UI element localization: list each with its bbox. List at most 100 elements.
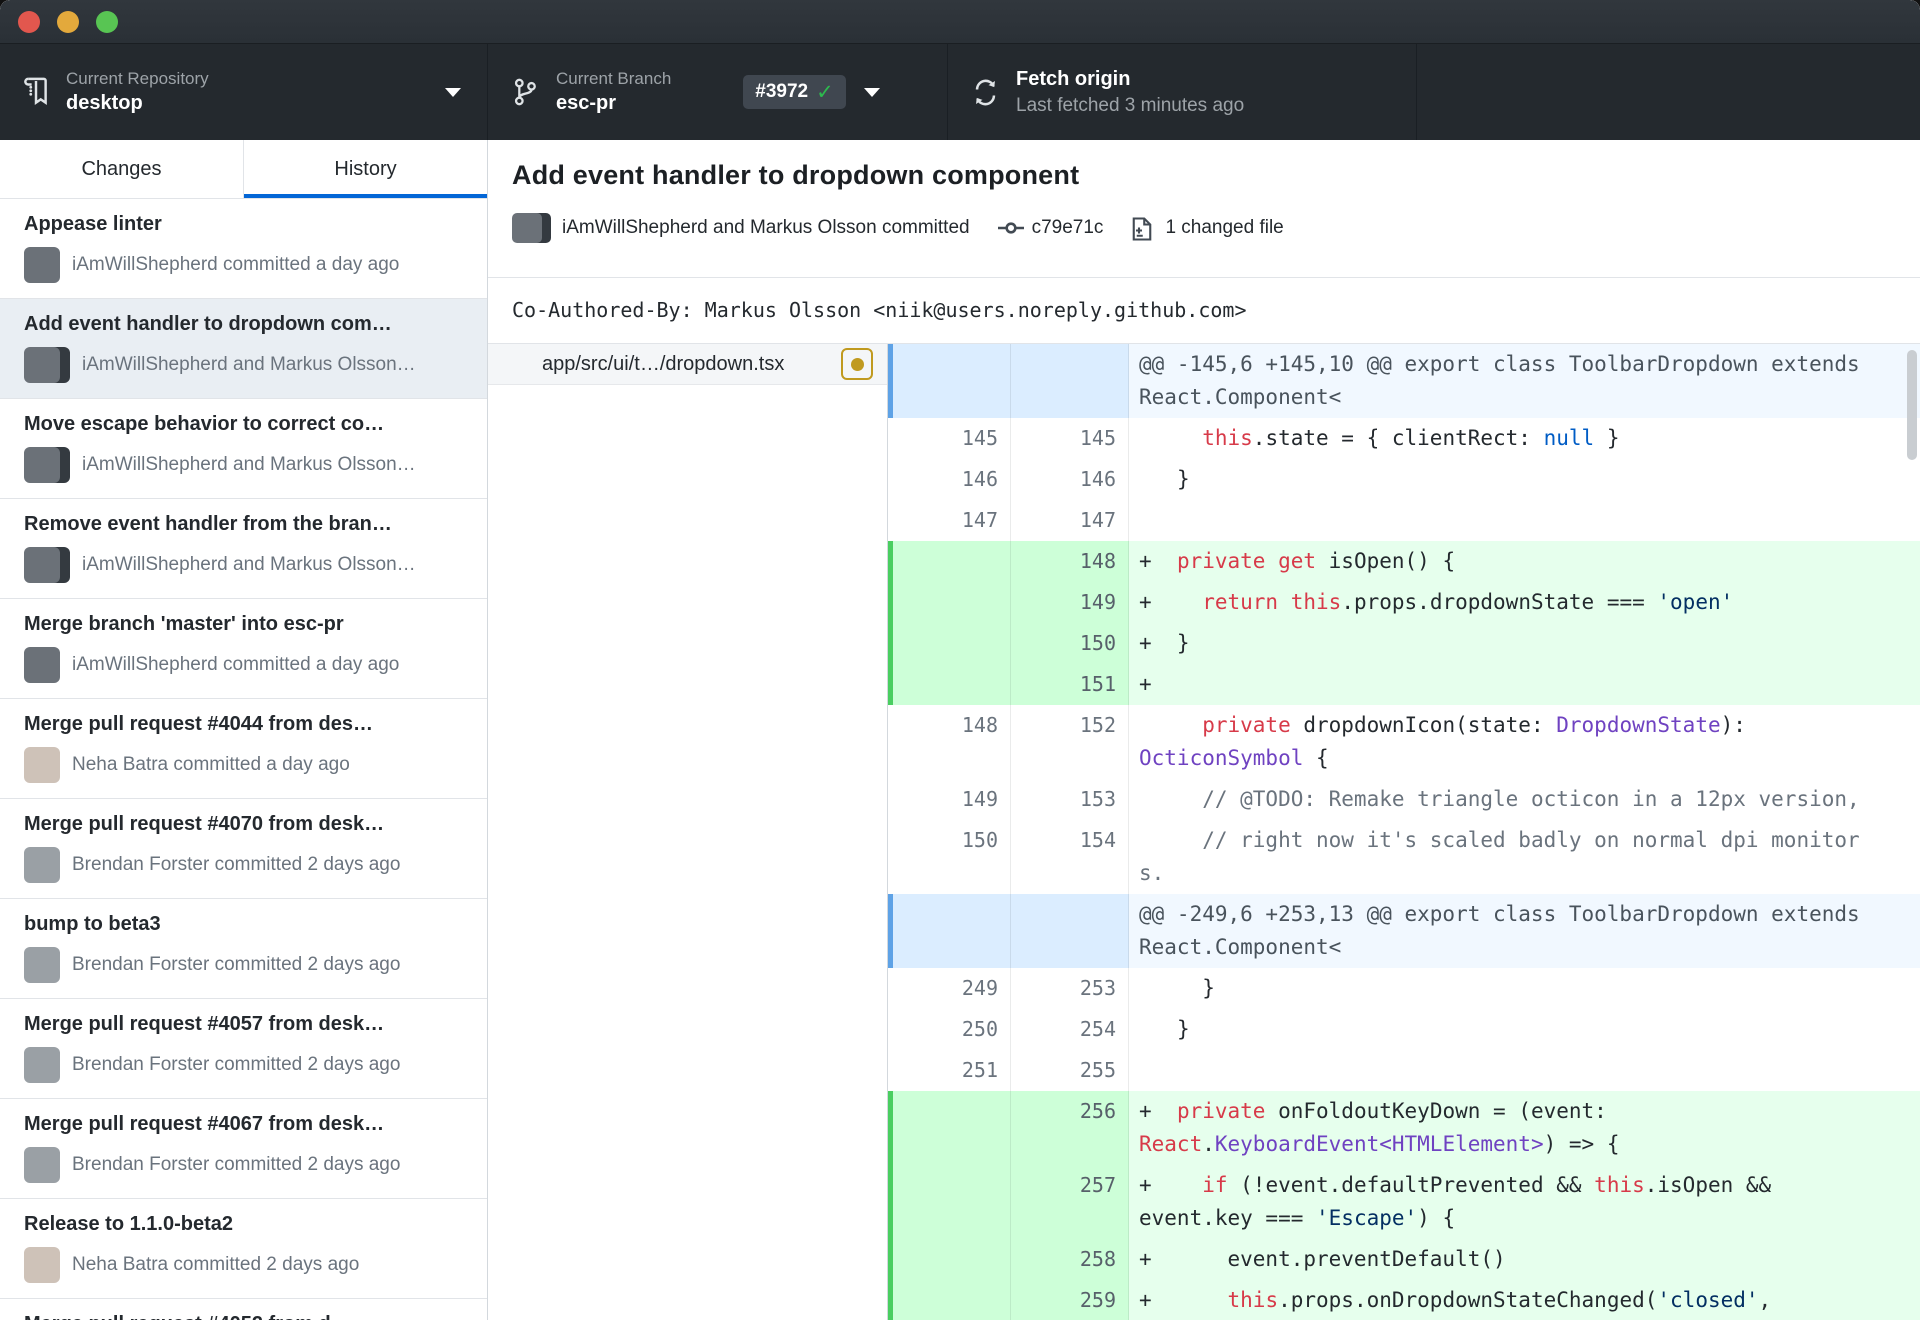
close-button[interactable] <box>18 10 40 33</box>
diff-added-line: 150 + } <box>888 623 1920 664</box>
diff-added-line: 148 + private get isOpen() { <box>888 541 1920 582</box>
commit-list-title: Merge pull request #4044 from des… <box>24 713 374 735</box>
toolbar: Current Repository desktop Current Branc… <box>0 44 1920 140</box>
avatar <box>24 1047 60 1083</box>
repository-label: Current Repository <box>66 68 209 88</box>
diff-context-line: 145 145 this.state = { clientRect: null } <box>888 418 1920 459</box>
diff-rows: @@ -145,6 +145,10 @@ export class Toolba… <box>888 344 1920 1320</box>
view-tabs: Changes History <box>0 140 487 199</box>
zoom-button[interactable] <box>96 10 118 33</box>
diff-context-line: 251 255 <box>888 1050 1920 1091</box>
pr-badge: #3972 ✓ <box>743 75 846 109</box>
commit-detail: Add event handler to dropdown component … <box>488 140 1920 1320</box>
modified-status-icon <box>841 348 873 380</box>
commit-list-title: Merge pull request #4057 from desk… <box>24 1013 385 1035</box>
commit-title: Add event handler to dropdown component <box>512 160 1080 190</box>
commit-header: Add event handler to dropdown component … <box>488 140 1920 277</box>
commit-sha[interactable]: c79e71c <box>1032 217 1104 239</box>
avatar <box>24 1247 60 1283</box>
repository-name: desktop <box>66 92 143 115</box>
commit-list-meta: iAmWillShepherd committed a day ago <box>24 647 463 683</box>
file-path: app/src/ui/t…/dropdown.tsx <box>542 352 785 375</box>
diff-context-line: 149 153 // @TODO: Remake triangle octicon… <box>888 779 1920 820</box>
avatar-stack <box>24 547 70 583</box>
git-branch-icon <box>512 75 542 109</box>
history-item[interactable]: bump to beta3 Brendan Forster committed 2… <box>0 899 487 999</box>
diff-added-line: 256 + private onFoldoutKeyDown = (event: … <box>888 1091 1920 1165</box>
commit-list-meta: iAmWillShepherd and Markus Olsson… <box>24 347 463 383</box>
history-list: Appease linter iAmWillShepherd committed … <box>0 199 487 1320</box>
commit-list-title: Appease linter <box>24 213 162 235</box>
diff-hunk-header: @@ -145,6 +145,10 @@ export class Toolba… <box>888 344 1920 418</box>
file-row[interactable]: app/src/ui/t…/dropdown.tsx <box>488 344 887 385</box>
diff-hunk-header: @@ -249,6 +253,13 @@ export class Toolba… <box>888 894 1920 968</box>
history-item[interactable]: Remove event handler from the bran… iAmWi… <box>0 499 487 599</box>
chevron-down-icon <box>863 87 880 97</box>
commit-list-meta: Neha Batra committed 2 days ago <box>24 1247 463 1283</box>
diff-view: app/src/ui/t…/dropdown.tsx @@ -145,6 +14… <box>488 343 1920 1320</box>
avatar-stack <box>24 447 70 483</box>
branch-label: Current Branch <box>556 68 672 88</box>
fetch-title: Fetch origin <box>1016 67 1131 90</box>
git-commit-icon <box>997 217 1024 239</box>
check-icon: ✓ <box>816 79 834 104</box>
history-item[interactable]: Merge pull request #4067 from desk… Brend… <box>0 1099 487 1199</box>
commit-list-title: Remove event handler from the bran… <box>24 513 392 535</box>
commit-list-title: Merge pull request #4052 from d… <box>24 1313 463 1320</box>
avatar <box>24 247 60 283</box>
avatar <box>24 1147 60 1183</box>
diff-context-line: 150 154 // right now it's scaled badly on… <box>888 820 1920 894</box>
chevron-down-icon <box>445 87 461 97</box>
diff-added-line: 149 + return this.props.dropdownState ===… <box>888 582 1920 623</box>
commit-list-meta: Brendan Forster committed 2 days ago <box>24 947 463 983</box>
fetch-subtitle: Last fetched 3 minutes ago <box>1016 94 1245 116</box>
diff-context-line: 249 253 } <box>888 968 1920 1009</box>
scrollbar-thumb[interactable] <box>1907 350 1917 460</box>
sync-icon <box>972 75 1002 109</box>
history-item[interactable]: Release to 1.1.0-beta2 Neha Batra committ… <box>0 1199 487 1299</box>
history-item[interactable]: Merge branch 'master' into esc-pr iAmWill… <box>0 599 487 699</box>
commit-list-title: bump to beta3 <box>24 913 161 935</box>
commit-list-meta: iAmWillShepherd and Markus Olsson… <box>24 547 463 583</box>
commit-list-title: Merge pull request #4067 from desk… <box>24 1113 385 1135</box>
commit-list-meta: Neha Batra committed a day ago <box>24 747 463 783</box>
history-item[interactable]: Move escape behavior to correct co… iAmWi… <box>0 399 487 499</box>
history-item[interactable]: Merge pull request #4057 from desk… Brend… <box>0 999 487 1099</box>
diff-added-line: 259 + this.props.onDropdownStateChanged('… <box>888 1280 1920 1320</box>
titlebar <box>0 0 1920 44</box>
diff-context-line: 148 152 private dropdownIcon(state: Dropd… <box>888 705 1920 779</box>
commit-list-meta: Brendan Forster committed 2 days ago <box>24 847 463 883</box>
history-item[interactable]: Appease linter iAmWillShepherd committed … <box>0 199 487 299</box>
history-item[interactable]: Merge pull request #4070 from desk… Brend… <box>0 799 487 899</box>
diff-context-line: 146 146 } <box>888 459 1920 500</box>
avatar-stack <box>24 347 70 383</box>
repo-icon <box>22 75 52 109</box>
avatar <box>24 747 60 783</box>
commit-list-meta: iAmWillShepherd committed a day ago <box>24 247 463 283</box>
avatar <box>24 647 60 683</box>
history-item[interactable]: Add event handler to dropdown com… iAmWil… <box>0 299 487 399</box>
commit-meta-row: iAmWillShepherd and Markus Olsson commit… <box>512 213 1896 243</box>
commit-authors: iAmWillShepherd and Markus Olsson commit… <box>562 217 970 238</box>
avatar <box>24 847 60 883</box>
branch-name: esc-pr <box>556 92 617 115</box>
history-item[interactable]: Merge pull request #4044 from des… Neha B… <box>0 699 487 799</box>
commit-list-title: Move escape behavior to correct co… <box>24 413 385 435</box>
history-item[interactable]: Merge pull request #4052 from d… <box>0 1299 487 1320</box>
diff-pane: @@ -145,6 +145,10 @@ export class Toolba… <box>888 344 1920 1320</box>
commit-list-meta: Brendan Forster committed 2 days ago <box>24 1147 463 1183</box>
commit-list-title: Merge pull request #4070 from desk… <box>24 813 385 835</box>
diff-context-line: 147 147 <box>888 500 1920 541</box>
tab-changes[interactable]: Changes <box>0 140 243 198</box>
current-repository-button[interactable]: Current Repository desktop <box>0 44 488 140</box>
commit-list-meta: Brendan Forster committed 2 days ago <box>24 1047 463 1083</box>
commit-list-title: Add event handler to dropdown com… <box>24 313 392 335</box>
diff-context-line: 250 254 } <box>888 1009 1920 1050</box>
tab-history[interactable]: History <box>243 140 487 198</box>
current-branch-button[interactable]: Current Branch esc-pr #3972 ✓ <box>488 44 948 140</box>
commit-list-title: Release to 1.1.0-beta2 <box>24 1213 233 1235</box>
fetch-origin-button[interactable]: Fetch origin Last fetched 3 minutes ago <box>948 44 1417 140</box>
avatar <box>24 947 60 983</box>
changed-files-panel: app/src/ui/t…/dropdown.tsx <box>488 344 888 1320</box>
minimize-button[interactable] <box>57 10 79 33</box>
